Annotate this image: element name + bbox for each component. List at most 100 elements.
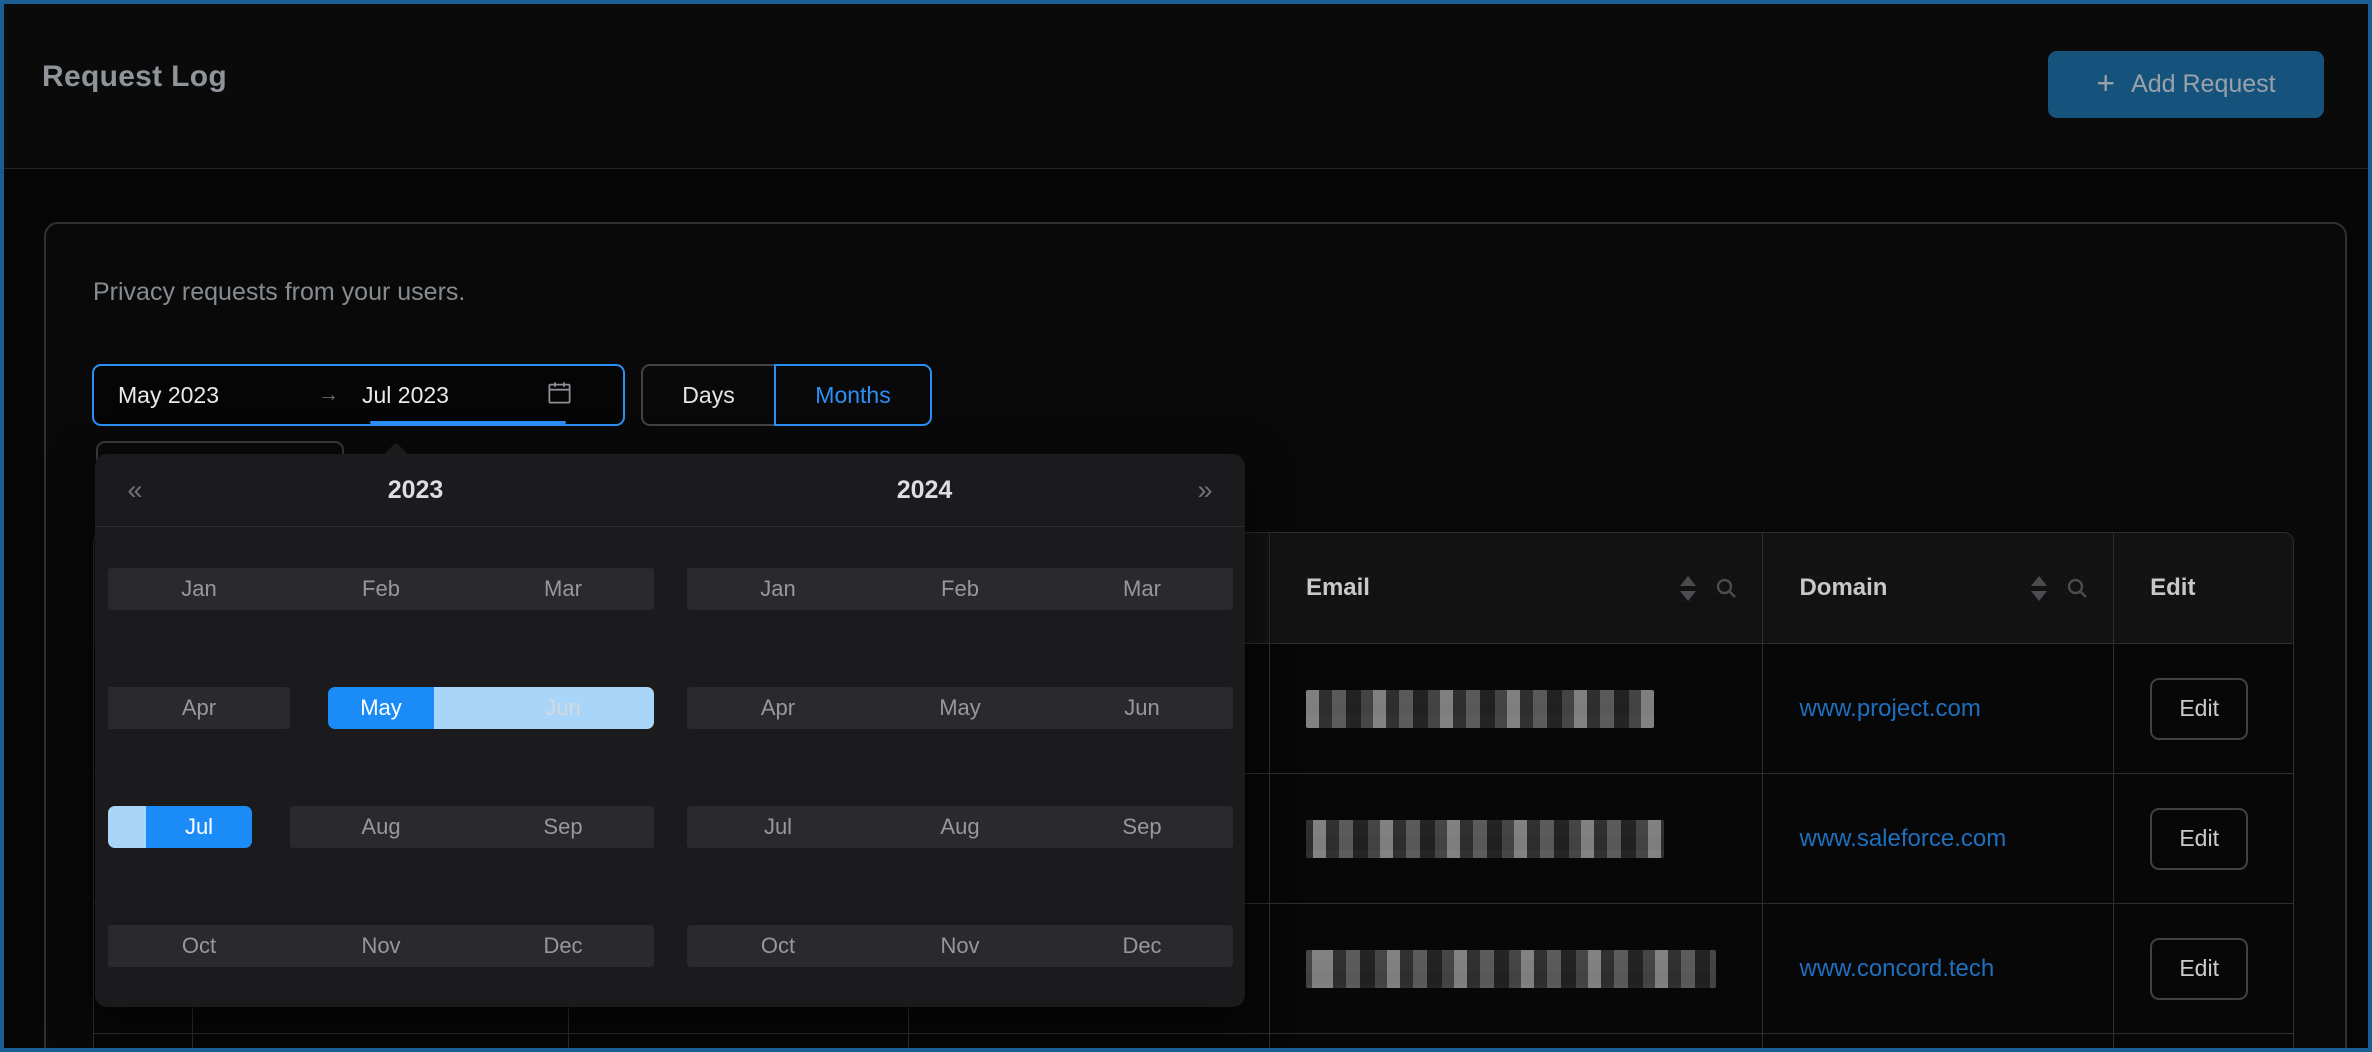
month-label: Mar: [544, 576, 582, 601]
month-label: Aug: [361, 814, 400, 839]
redacted-email-value: [1306, 690, 1654, 728]
table-cell: Edit: [2114, 644, 2293, 773]
left-panel-year: 2023: [161, 476, 670, 505]
month-cell-2024-oct: Oct: [687, 925, 869, 967]
edit-button[interactable]: Edit: [2150, 678, 2248, 740]
month-cell-2024-dec: Dec: [1051, 925, 1233, 967]
sorter-icon[interactable]: [1680, 576, 1696, 601]
month-label: Apr: [182, 695, 216, 720]
table-cell: [193, 1034, 569, 1052]
month-cell-2023-dec: Dec: [472, 925, 654, 967]
month-cell-2023-nov: Nov: [290, 925, 472, 967]
month-label: Apr: [761, 695, 795, 720]
toggle-months[interactable]: Months: [774, 364, 932, 426]
month-cell-2023-oct: Oct: [108, 925, 290, 967]
month-label: May: [360, 695, 402, 720]
table-cell: [909, 1034, 1270, 1052]
month-cell-2024-jul: Jul: [687, 806, 869, 848]
month-cell-2023-apr: Apr: [108, 687, 290, 729]
table-cell: [569, 1034, 910, 1052]
month-cell-2023-may[interactable]: May: [290, 687, 472, 729]
month-label: Jun: [545, 695, 580, 720]
month-cell-2023-jul[interactable]: Jul: [108, 806, 290, 848]
calendar-icon: [546, 379, 573, 411]
calendar-panel-2023: JanFebMarAprMayJunJulAugSepOctNovDec: [108, 568, 654, 967]
redacted-email-value: [1306, 820, 1664, 858]
month-cell-2023-mar: Mar: [472, 568, 654, 610]
toggle-days[interactable]: Days: [641, 364, 774, 426]
date-range-picker[interactable]: May 2023 → Jul 2023: [92, 364, 625, 426]
month-row: Apr May Jun: [108, 687, 654, 729]
month-cell-2024-may: May: [869, 687, 1051, 729]
panel-description: Privacy requests from your users.: [93, 278, 465, 307]
month-row: JulAugSep: [108, 806, 654, 848]
month-cell-2023-aug: Aug: [290, 806, 472, 848]
next-year-button[interactable]: »: [1179, 475, 1231, 506]
calendar-panel-2024: JanFebMar Apr May Jun Jul Aug Sep Oct Nov Dec: [687, 568, 1233, 967]
month-cell-2024-mar: Mar: [1051, 568, 1233, 610]
month-cell-2024-apr: Apr: [687, 687, 869, 729]
prev-year-button[interactable]: «: [109, 475, 161, 506]
search-icon[interactable]: [1714, 576, 1738, 600]
table-cell: [1270, 1034, 1764, 1052]
month-row: Jul Aug Sep: [687, 806, 1233, 848]
popup-header: « 2023 2024 »: [95, 454, 1245, 527]
month-label: Nov: [940, 933, 979, 958]
sorter-icon[interactable]: [2031, 576, 2047, 601]
month-label: Dec: [543, 933, 582, 958]
range-end-input[interactable]: Jul 2023: [362, 382, 540, 409]
range-separator-arrow-icon: →: [318, 383, 362, 407]
month-label: Jul: [764, 814, 792, 839]
view-granularity-toggle: DaysMonths: [641, 364, 932, 426]
month-row: Apr May Jun: [687, 687, 1233, 729]
table-cell: [1270, 774, 1764, 903]
month-picker-popup: « 2023 2024 » JanFebMarAprMayJunJulAugSe…: [95, 454, 1245, 1007]
column-header-email[interactable]: Email: [1270, 533, 1764, 643]
table-cell: [1270, 904, 1764, 1033]
range-start-input[interactable]: May 2023: [118, 382, 318, 409]
month-label: Nov: [361, 933, 400, 958]
column-label: Edit: [2150, 574, 2195, 602]
month-row: Oct Nov Dec: [108, 925, 654, 967]
month-cell-2024-sep: Sep: [1051, 806, 1233, 848]
month-label: Jan: [181, 576, 216, 601]
table-cell: [1763, 1034, 2114, 1052]
month-cell-2024-nov: Nov: [869, 925, 1051, 967]
month-label: May: [939, 695, 981, 720]
add-request-button[interactable]: + Add Request: [2048, 51, 2324, 118]
table-cell: [2114, 1034, 2293, 1052]
month-cell-2023-jun[interactable]: Jun: [472, 687, 654, 729]
column-label: Email: [1306, 574, 1370, 602]
month-row: JanFebMar: [687, 568, 1233, 610]
edit-button[interactable]: Edit: [2150, 808, 2248, 870]
table-cell: [1270, 644, 1764, 773]
month-cell-2024-jun: Jun: [1051, 687, 1233, 729]
add-request-label: Add Request: [2131, 70, 2276, 99]
month-label: Oct: [182, 933, 216, 958]
column-header-domain[interactable]: Domain: [1763, 533, 2114, 643]
edit-button[interactable]: Edit: [2150, 938, 2248, 1000]
domain-link[interactable]: www.concord.tech: [1799, 955, 1994, 983]
table-cell: www.concord.tech: [1763, 904, 2114, 1033]
search-icon[interactable]: [2065, 576, 2089, 600]
domain-link[interactable]: www.project.com: [1799, 695, 1980, 723]
month-label: Jul: [185, 814, 213, 839]
table-cell: Edit: [2114, 774, 2293, 903]
month-label: Sep: [1122, 814, 1161, 839]
column-header-edit[interactable]: Edit: [2114, 533, 2293, 643]
redacted-email-value: [1306, 950, 1716, 988]
month-label: Feb: [362, 576, 400, 601]
month-label: Mar: [1123, 576, 1161, 601]
domain-link[interactable]: www.saleforce.com: [1799, 825, 2006, 853]
plus-icon: +: [2096, 67, 2115, 99]
table-cell: Edit: [2114, 904, 2293, 1033]
month-row: Jan Feb Mar: [108, 568, 654, 610]
popup-body: JanFebMarAprMayJunJulAugSepOctNovDecJanF…: [95, 527, 1245, 967]
month-label: Aug: [940, 814, 979, 839]
month-row: Oct Nov Dec: [687, 925, 1233, 967]
page-title: Request Log: [42, 60, 227, 94]
right-panel-year: 2024: [670, 476, 1179, 505]
table-cell: [94, 1034, 193, 1052]
month-cell-2023-feb: Feb: [290, 568, 472, 610]
month-label: Oct: [761, 933, 795, 958]
